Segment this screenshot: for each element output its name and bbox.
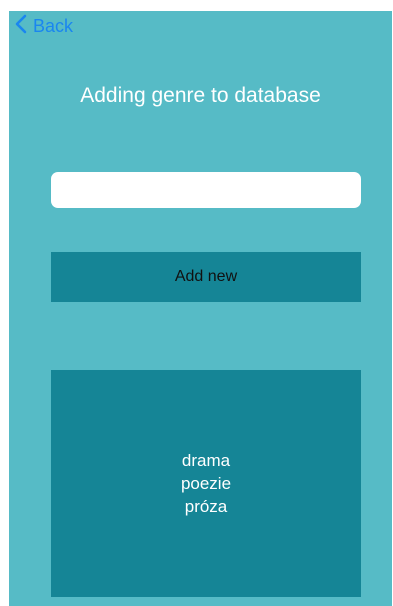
genre-list: drama poezie próza [51, 370, 361, 597]
page-title: Adding genre to database [80, 84, 321, 107]
back-button[interactable]: Back [15, 13, 73, 39]
add-new-label: Add new [174, 268, 238, 285]
back-label: Back [33, 15, 74, 36]
app-screen: Back Adding genre to database Add new dr… [9, 11, 392, 606]
chevron-left-icon [15, 14, 27, 39]
genre-name-input[interactable] [51, 172, 361, 208]
genre-list-item: próza [184, 497, 228, 516]
add-new-button[interactable]: Add new [51, 252, 361, 302]
genre-list-item: drama [181, 451, 231, 470]
genre-list-item: poezie [180, 474, 232, 493]
